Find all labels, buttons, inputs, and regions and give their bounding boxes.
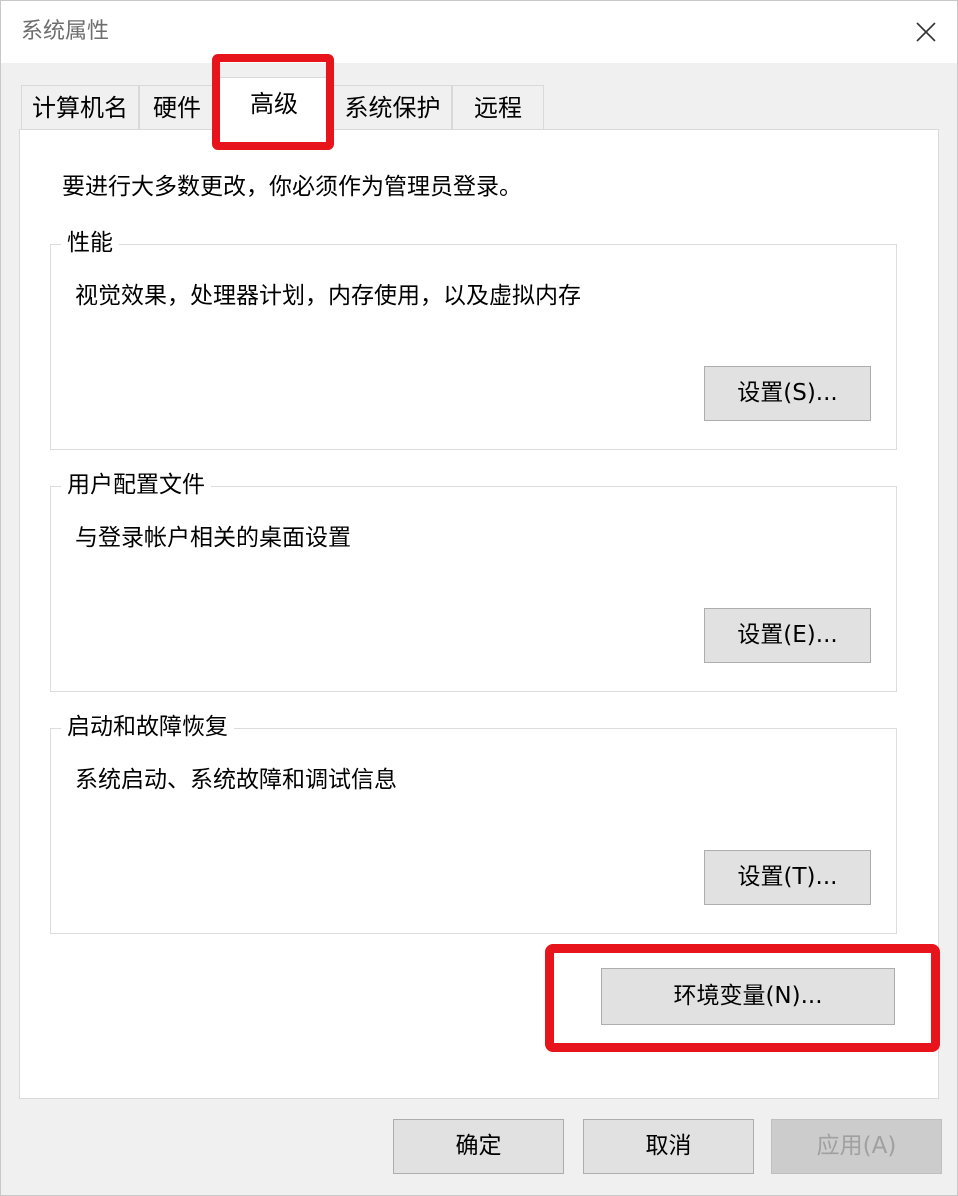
cancel-button[interactable]: 取消 [583,1119,754,1174]
title-bar: 系统属性 [1,1,957,63]
user-profiles-description: 与登录帐户相关的桌面设置 [75,525,351,551]
tab-computer-name[interactable]: 计算机名 [21,85,139,129]
startup-recovery-description: 系统启动、系统故障和调试信息 [75,767,397,793]
tab-hardware[interactable]: 硬件 [139,85,215,129]
system-properties-dialog: 系统属性 计算机名 硬件 高级 系统保护 远程 要进行大多数更改，你必须作为管理… [0,0,958,1196]
window-title: 系统属性 [21,19,110,44]
performance-settings-button[interactable]: 设置(S)... [704,366,871,421]
close-icon [916,22,936,42]
startup-recovery-group: 启动和故障恢复 系统启动、系统故障和调试信息 设置(T)... [50,712,897,934]
startup-recovery-settings-button[interactable]: 设置(T)... [704,850,871,905]
tab-remote[interactable]: 远程 [452,85,544,129]
tab-system-protection[interactable]: 系统保护 [333,85,452,129]
ok-button[interactable]: 确定 [393,1119,564,1174]
performance-description: 视觉效果，处理器计划，内存使用，以及虚拟内存 [75,283,581,309]
apply-button[interactable]: 应用(A) [771,1119,942,1174]
close-button[interactable] [897,7,955,57]
environment-variables-highlight [545,944,940,1052]
startup-recovery-legend: 启动和故障恢复 [61,712,234,742]
advanced-tab-highlight [212,54,334,150]
advanced-tab-panel: 要进行大多数更改，你必须作为管理员登录。 性能 视觉效果，处理器计划，内存使用，… [19,129,940,1099]
performance-group: 性能 视觉效果，处理器计划，内存使用，以及虚拟内存 设置(S)... [50,228,897,450]
admin-notice: 要进行大多数更改，你必须作为管理员登录。 [62,174,522,200]
user-profiles-legend: 用户配置文件 [61,470,211,500]
user-profiles-settings-button[interactable]: 设置(E)... [704,608,871,663]
user-profiles-group: 用户配置文件 与登录帐户相关的桌面设置 设置(E)... [50,470,897,692]
performance-legend: 性能 [61,228,119,258]
